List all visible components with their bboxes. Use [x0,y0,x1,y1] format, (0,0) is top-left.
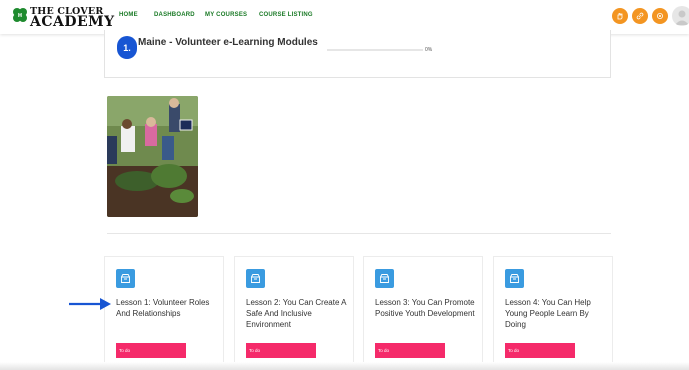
lesson-box-icon [505,269,524,288]
course-number: 1. [117,36,137,59]
site-header: H THE CLOVER ACADEMY HOME DASHBOARD MY C… [0,0,689,34]
nav-course-listing[interactable]: COURSE LISTING [259,12,313,18]
course-card: 1. Maine - Volunteer e-Learning Modules … [104,30,611,78]
page: H THE CLOVER ACADEMY HOME DASHBOARD MY C… [0,0,689,370]
nav-home[interactable]: HOME [119,12,138,18]
annotation-arrow-icon [69,298,111,310]
site-logo[interactable]: H THE CLOVER ACADEMY [10,5,114,30]
course-title[interactable]: Maine - Volunteer e-Learning Modules [138,37,318,48]
hand-button[interactable] [612,8,628,24]
logo-line2: ACADEMY [30,14,115,30]
nav-dashboard[interactable]: DASHBOARD [154,12,195,18]
lesson-status-badge: To do [505,343,575,358]
course-progress-bar [327,49,423,51]
settings-button[interactable] [652,8,668,24]
bottom-edge-shadow [0,362,689,370]
course-progress-label: 0% [425,47,433,53]
lesson-status-badge: To do [246,343,316,358]
lesson-box-icon [375,269,394,288]
link-button[interactable] [632,8,648,24]
lesson-box-icon [246,269,265,288]
lesson-title[interactable]: Lesson 1: Volunteer Roles And Relationsh… [116,297,220,319]
lesson-title[interactable]: Lesson 4: You Can Help Young People Lear… [505,297,609,330]
svg-text:H: H [18,13,22,19]
section-divider [107,233,611,234]
garden-photo-image [107,96,198,217]
avatar[interactable] [672,6,689,26]
link-icon [636,12,644,20]
settings-icon [657,13,663,19]
lesson-status-badge: To do [116,343,186,358]
lesson-status-badge: To do [375,343,445,358]
clover-icon: H [13,8,27,22]
lesson-card[interactable]: Lesson 3: You Can Promote Positive Youth… [363,256,483,370]
hand-icon [617,13,623,20]
lesson-card[interactable]: Lesson 4: You Can Help Young People Lear… [493,256,613,370]
user-icon [675,10,689,25]
nav-my-courses[interactable]: MY COURSES [205,12,247,18]
course-photo [107,96,198,217]
lesson-title[interactable]: Lesson 3: You Can Promote Positive Youth… [375,297,479,319]
lesson-box-icon [116,269,135,288]
lesson-card[interactable]: Lesson 1: Volunteer Roles And Relationsh… [104,256,224,370]
lesson-card[interactable]: Lesson 2: You Can Create A Safe And Incl… [234,256,354,370]
lesson-title[interactable]: Lesson 2: You Can Create A Safe And Incl… [246,297,350,330]
